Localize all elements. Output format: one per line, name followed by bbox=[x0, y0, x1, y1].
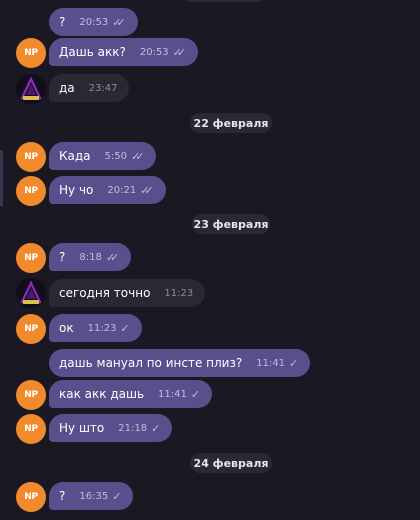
avatar[interactable]: NP bbox=[16, 38, 46, 68]
avatar-initials: NP bbox=[24, 424, 38, 434]
date-separator: 24 февраля bbox=[190, 453, 272, 473]
message-time: 11:23 bbox=[87, 322, 117, 334]
double-check-icon: ✓✓ bbox=[140, 183, 154, 197]
double-check-icon: ✓✓ bbox=[131, 149, 145, 163]
avatar[interactable] bbox=[16, 74, 46, 104]
date-separator: 23 февраля bbox=[192, 214, 270, 234]
single-check-icon: ✓ bbox=[112, 489, 121, 503]
message-time: 16:35 bbox=[79, 490, 109, 502]
single-check-icon: ✓ bbox=[151, 421, 160, 435]
scroll-edge-indicator bbox=[0, 150, 3, 206]
avatar-initials: NP bbox=[24, 186, 38, 196]
message-time: 11:41 bbox=[158, 388, 187, 400]
message-time: 11:41 bbox=[256, 357, 286, 369]
double-check-icon: ✓✓ bbox=[172, 45, 187, 59]
message-text: как акк дашь bbox=[59, 387, 145, 401]
message-bubble-incoming[interactable]: да 23:47 bbox=[49, 74, 130, 102]
chat-history[interactable]: ? 20:53 ✓✓ NP Дашь акк? 20:53 ✓✓ да 23:4… bbox=[0, 0, 420, 520]
message-time: 20:21 bbox=[107, 184, 137, 196]
message-text: Дашь акк? bbox=[59, 45, 126, 59]
message-time: 23:47 bbox=[88, 82, 118, 94]
avatar-initials: NP bbox=[24, 390, 38, 400]
message-bubble-outgoing[interactable]: как акк дашь 11:41 ✓ bbox=[49, 380, 213, 408]
avatar-initials: NP bbox=[24, 152, 38, 162]
message-text: ? bbox=[59, 15, 66, 29]
message-time: 21:18 bbox=[118, 422, 148, 434]
message-bubble-outgoing[interactable]: ок 11:23 ✓ bbox=[49, 314, 142, 342]
date-label: 23 февраля bbox=[193, 217, 269, 231]
date-label: 24 февраля bbox=[193, 456, 269, 470]
message-text: ? bbox=[59, 250, 66, 264]
message-text: сегодня точно bbox=[59, 286, 151, 300]
message-bubble-outgoing[interactable]: Када 5:50 ✓✓ bbox=[49, 142, 157, 170]
avatar-image-icon bbox=[16, 278, 46, 308]
avatar-initials: NP bbox=[24, 253, 38, 263]
avatar[interactable]: NP bbox=[16, 414, 46, 444]
avatar[interactable]: NP bbox=[16, 314, 46, 344]
message-bubble-outgoing[interactable]: ? 16:35 ✓ bbox=[49, 482, 134, 510]
avatar[interactable]: NP bbox=[16, 142, 46, 172]
message-text: Када bbox=[59, 149, 91, 163]
avatar-image-icon bbox=[16, 74, 46, 104]
date-separator-partial bbox=[184, 0, 264, 2]
message-bubble-outgoing[interactable]: ? 20:53 ✓✓ bbox=[49, 8, 138, 36]
message-bubble-outgoing[interactable]: ? 8:18 ✓✓ bbox=[49, 243, 132, 271]
avatar-initials: NP bbox=[24, 492, 38, 502]
single-check-icon: ✓ bbox=[289, 356, 298, 370]
message-text: ? bbox=[59, 489, 66, 503]
message-bubble-outgoing[interactable]: Ну што 21:18 ✓ bbox=[49, 414, 173, 442]
avatar-initials: NP bbox=[24, 48, 38, 58]
message-bubble-outgoing[interactable]: дашь мануал по инсте плиз? 11:41 ✓ bbox=[49, 349, 311, 377]
message-time: 11:23 bbox=[164, 287, 194, 299]
message-time: 8:18 bbox=[79, 251, 102, 263]
single-check-icon: ✓ bbox=[190, 387, 200, 401]
avatar[interactable] bbox=[16, 278, 46, 308]
message-text: ок bbox=[59, 321, 74, 335]
message-text: Ну чо bbox=[59, 183, 94, 197]
date-separator: 22 февраля bbox=[190, 113, 272, 133]
message-text: Ну што bbox=[59, 421, 105, 435]
avatar-initials: NP bbox=[24, 324, 38, 334]
message-bubble-incoming[interactable]: сегодня точно 11:23 bbox=[49, 279, 206, 307]
message-time: 5:50 bbox=[104, 150, 127, 162]
avatar[interactable]: NP bbox=[16, 176, 46, 206]
avatar[interactable]: NP bbox=[16, 243, 46, 273]
message-time: 20:53 bbox=[79, 16, 109, 28]
message-time: 20:53 bbox=[139, 46, 169, 58]
message-bubble-outgoing[interactable]: Дашь акк? 20:53 ✓✓ bbox=[49, 38, 199, 66]
double-check-icon: ✓✓ bbox=[105, 250, 120, 264]
date-label: 22 февраля bbox=[193, 116, 269, 130]
message-text: да bbox=[59, 81, 75, 95]
double-check-icon: ✓✓ bbox=[112, 15, 126, 29]
avatar[interactable]: NP bbox=[16, 482, 46, 512]
message-bubble-outgoing[interactable]: Ну чо 20:21 ✓✓ bbox=[49, 176, 166, 204]
message-text: дашь мануал по инсте плиз? bbox=[59, 356, 243, 370]
single-check-icon: ✓ bbox=[120, 321, 129, 335]
avatar[interactable]: NP bbox=[16, 380, 46, 410]
